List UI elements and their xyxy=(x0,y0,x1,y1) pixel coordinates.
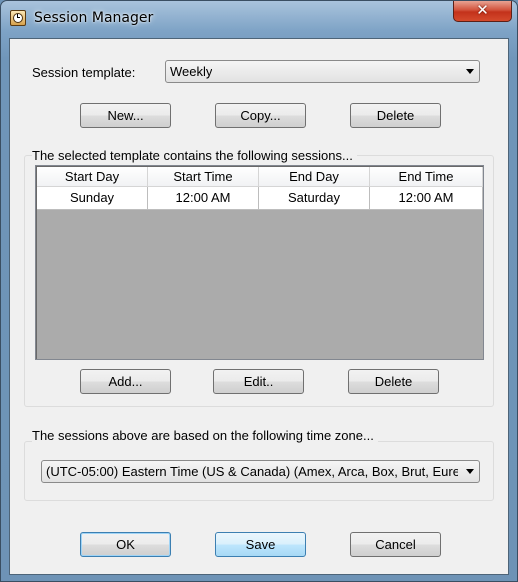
title-bar[interactable]: Session Manager ✕ xyxy=(1,1,517,37)
dialog-body: Session template: Weekly New... Copy... … xyxy=(9,38,509,575)
timezone-value: (UTC-05:00) Eastern Time (US & Canada) (… xyxy=(46,464,458,479)
sessions-group-caption: The selected template contains the follo… xyxy=(32,148,357,163)
sessions-list-header: Start Day Start Time End Day End Time xyxy=(37,167,483,187)
cell-start-time: 12:00 AM xyxy=(148,187,259,210)
cell-end-day: Saturday xyxy=(259,187,370,210)
chevron-down-icon xyxy=(466,469,474,474)
new-template-button[interactable]: New... xyxy=(80,103,171,128)
copy-template-button[interactable]: Copy... xyxy=(215,103,306,128)
save-button[interactable]: Save xyxy=(215,532,306,557)
timezone-group-caption: The sessions above are based on the foll… xyxy=(32,428,378,443)
delete-template-button[interactable]: Delete xyxy=(350,103,441,128)
session-template-dropdown[interactable]: Weekly xyxy=(165,60,480,83)
column-header-start-time[interactable]: Start Time xyxy=(148,167,259,187)
close-button[interactable]: ✕ xyxy=(453,1,512,22)
session-template-label: Session template: xyxy=(32,65,136,80)
session-template-value: Weekly xyxy=(170,64,213,79)
timezone-dropdown[interactable]: (UTC-05:00) Eastern Time (US & Canada) (… xyxy=(41,460,480,483)
edit-session-button[interactable]: Edit.. xyxy=(213,369,304,394)
clock-hand-minute xyxy=(17,17,20,18)
cell-end-time: 12:00 AM xyxy=(370,187,483,210)
cell-start-day: Sunday xyxy=(37,187,148,210)
column-header-end-day[interactable]: End Day xyxy=(259,167,370,187)
clock-icon[interactable] xyxy=(10,10,26,26)
clock-dial xyxy=(13,13,23,23)
column-header-end-time[interactable]: End Time xyxy=(370,167,483,187)
chevron-down-icon xyxy=(466,69,474,74)
window-title: Session Manager xyxy=(34,10,154,26)
column-header-start-day[interactable]: Start Day xyxy=(37,167,148,187)
sessions-list[interactable]: Start Day Start Time End Day End Time Su… xyxy=(35,165,484,360)
cancel-button[interactable]: Cancel xyxy=(350,532,441,557)
close-icon: ✕ xyxy=(476,1,489,19)
table-row[interactable]: Sunday 12:00 AM Saturday 12:00 AM xyxy=(37,187,483,210)
add-session-button[interactable]: Add... xyxy=(80,369,171,394)
ok-button[interactable]: OK xyxy=(80,532,171,557)
delete-session-button[interactable]: Delete xyxy=(348,369,439,394)
session-manager-window: Session Manager ✕ Session template: Week… xyxy=(0,0,518,582)
